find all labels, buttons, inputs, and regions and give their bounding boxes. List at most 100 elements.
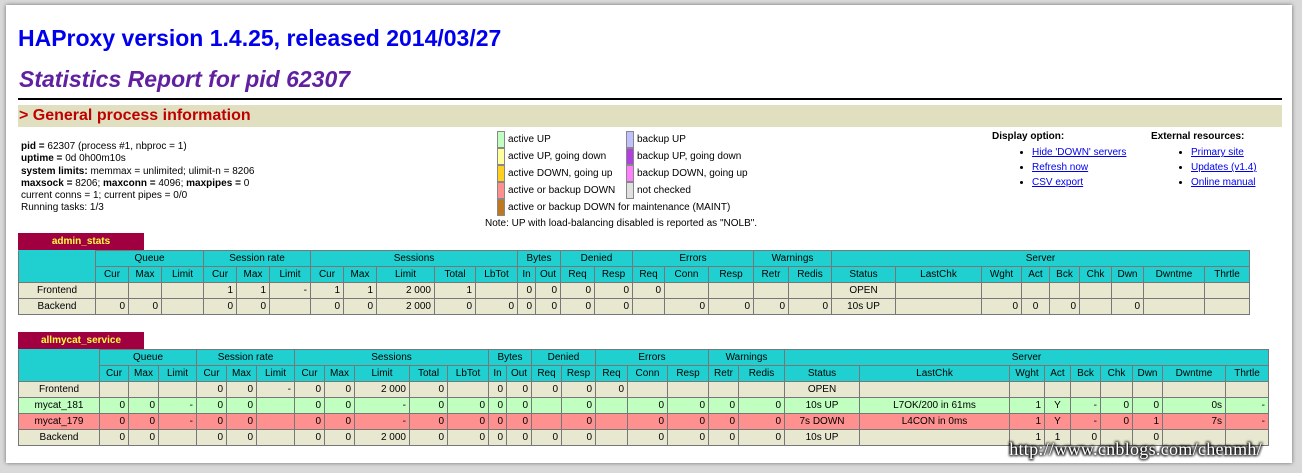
table-cell: 0 bbox=[708, 298, 754, 315]
display-option-link[interactable]: Refresh now bbox=[1032, 162, 1088, 173]
info-line-max: maxsock = 8206; maxconn = 4096; maxpipes… bbox=[21, 178, 254, 190]
display-option-link[interactable]: CSV export bbox=[1032, 177, 1083, 188]
table-cell: - bbox=[256, 381, 295, 398]
column-header: Act bbox=[1044, 365, 1071, 382]
legend-right: backup UP backup UP, going down backup DOW… bbox=[626, 131, 786, 199]
table-cell: 0 bbox=[226, 397, 257, 414]
column-header: Wght bbox=[1009, 365, 1045, 382]
section-title: > General process information bbox=[19, 107, 251, 124]
table-cell: L7OK/200 in 61ms bbox=[859, 397, 1010, 414]
legend-item: active UP bbox=[497, 131, 622, 148]
external-resource-link[interactable]: Primary site bbox=[1191, 147, 1244, 158]
table-cell bbox=[447, 381, 489, 398]
table-cell bbox=[1143, 298, 1205, 315]
table-cell: 0 bbox=[324, 429, 355, 446]
table-cell: 1 bbox=[1009, 413, 1045, 430]
column-header: Dwn bbox=[1132, 365, 1163, 382]
column-header: Status bbox=[831, 266, 896, 283]
table-cell: 0 bbox=[708, 413, 739, 430]
legend-label: backup DOWN, going up bbox=[637, 168, 748, 179]
table-cell bbox=[256, 413, 295, 430]
display-option-link[interactable]: Hide 'DOWN' servers bbox=[1032, 147, 1126, 158]
proxy-row-name: Frontend bbox=[18, 282, 96, 299]
table-cell: 0 bbox=[196, 397, 227, 414]
column-header: Max bbox=[324, 365, 355, 382]
table-cell: 0 bbox=[488, 381, 507, 398]
column-header: Conn bbox=[664, 266, 709, 283]
table-cell: - bbox=[158, 397, 197, 414]
table-cell: 0 bbox=[324, 413, 355, 430]
header-corner bbox=[18, 250, 96, 283]
table-cell: 0 bbox=[128, 413, 159, 430]
table-cell bbox=[1079, 282, 1112, 299]
display-options-list: Hide 'DOWN' servers Refresh now CSV export bbox=[992, 147, 1142, 188]
legend-swatch bbox=[626, 182, 634, 199]
table-cell: 0 bbox=[506, 413, 532, 430]
info-key: uptime = bbox=[21, 153, 66, 165]
legend-label: backup UP bbox=[637, 134, 686, 145]
table-cell: 0 bbox=[324, 381, 355, 398]
table-cell: - bbox=[354, 397, 410, 414]
table-cell: 1 bbox=[1009, 397, 1045, 414]
legend-swatch bbox=[497, 131, 505, 148]
table-cell: 0 bbox=[447, 413, 489, 430]
proxy-row-name: Frontend bbox=[18, 381, 100, 398]
legend-swatch bbox=[497, 148, 505, 165]
column-group-header: Bytes bbox=[517, 250, 561, 267]
info-value: 8206; bbox=[75, 177, 104, 189]
table-row: Frontend 0 0-0 0 2 000 0 0 0 0 0 0 OPEN bbox=[18, 381, 1269, 398]
table-cell: 0 bbox=[488, 397, 507, 414]
column-header: Cur bbox=[294, 365, 325, 382]
legend-label: active or backup DOWN for maintenance (M… bbox=[508, 202, 731, 213]
table-cell bbox=[269, 298, 311, 315]
column-header: Max bbox=[226, 365, 257, 382]
table-cell: 0 bbox=[535, 298, 561, 315]
table-cell bbox=[859, 429, 1010, 446]
table-cell: 0 bbox=[99, 397, 129, 414]
table-cell: 0 bbox=[560, 298, 595, 315]
column-header: Resp bbox=[708, 266, 754, 283]
table-cell bbox=[595, 397, 628, 414]
table-cell: 1 bbox=[434, 282, 476, 299]
table-cell bbox=[1143, 282, 1205, 299]
table-cell: 0 bbox=[343, 298, 377, 315]
table-cell: 0 bbox=[226, 413, 257, 430]
table-cell bbox=[1111, 282, 1144, 299]
list-item: Primary site bbox=[1191, 147, 1282, 158]
table-cell: 0 bbox=[196, 429, 227, 446]
column-header: Req bbox=[595, 365, 628, 382]
table-cell bbox=[627, 381, 668, 398]
table-cell: OPEN bbox=[784, 381, 860, 398]
table-cell bbox=[1204, 282, 1250, 299]
table-cell: 0 bbox=[667, 397, 709, 414]
table-cell bbox=[531, 413, 562, 430]
table-cell bbox=[1132, 381, 1163, 398]
column-header: Cur bbox=[99, 365, 129, 382]
table-cell bbox=[128, 381, 159, 398]
legend-item: backup UP bbox=[626, 131, 786, 148]
table-cell: 0 bbox=[561, 429, 596, 446]
external-resource-link[interactable]: Online manual bbox=[1191, 177, 1255, 188]
legend-label: active DOWN, going up bbox=[508, 168, 613, 179]
info-line-limits: system limits: memmax = unlimited; ulimi… bbox=[21, 166, 254, 178]
table-cell bbox=[161, 298, 204, 315]
table-cell: 2 000 bbox=[354, 381, 410, 398]
column-header: Redis bbox=[788, 266, 832, 283]
column-header: Thrtle bbox=[1225, 365, 1269, 382]
external-resource-link[interactable]: Updates (v1.4) bbox=[1191, 162, 1257, 173]
column-group-header: Sessions bbox=[310, 250, 518, 267]
table-cell: 0 bbox=[506, 397, 532, 414]
table-cell: 7s bbox=[1162, 413, 1226, 430]
table-cell bbox=[1162, 381, 1226, 398]
table-cell: 0 bbox=[99, 429, 129, 446]
legend-label: active UP bbox=[508, 134, 551, 145]
column-header: Dwntme bbox=[1143, 266, 1205, 283]
table-cell bbox=[1100, 381, 1133, 398]
table-cell: 0 bbox=[196, 381, 227, 398]
legend-item: not checked bbox=[626, 182, 786, 199]
column-group-header: Denied bbox=[531, 349, 596, 366]
table-cell bbox=[895, 298, 982, 315]
column-header: Limit bbox=[256, 365, 295, 382]
table-cell: 0 bbox=[203, 298, 237, 315]
column-header: Req bbox=[531, 365, 562, 382]
